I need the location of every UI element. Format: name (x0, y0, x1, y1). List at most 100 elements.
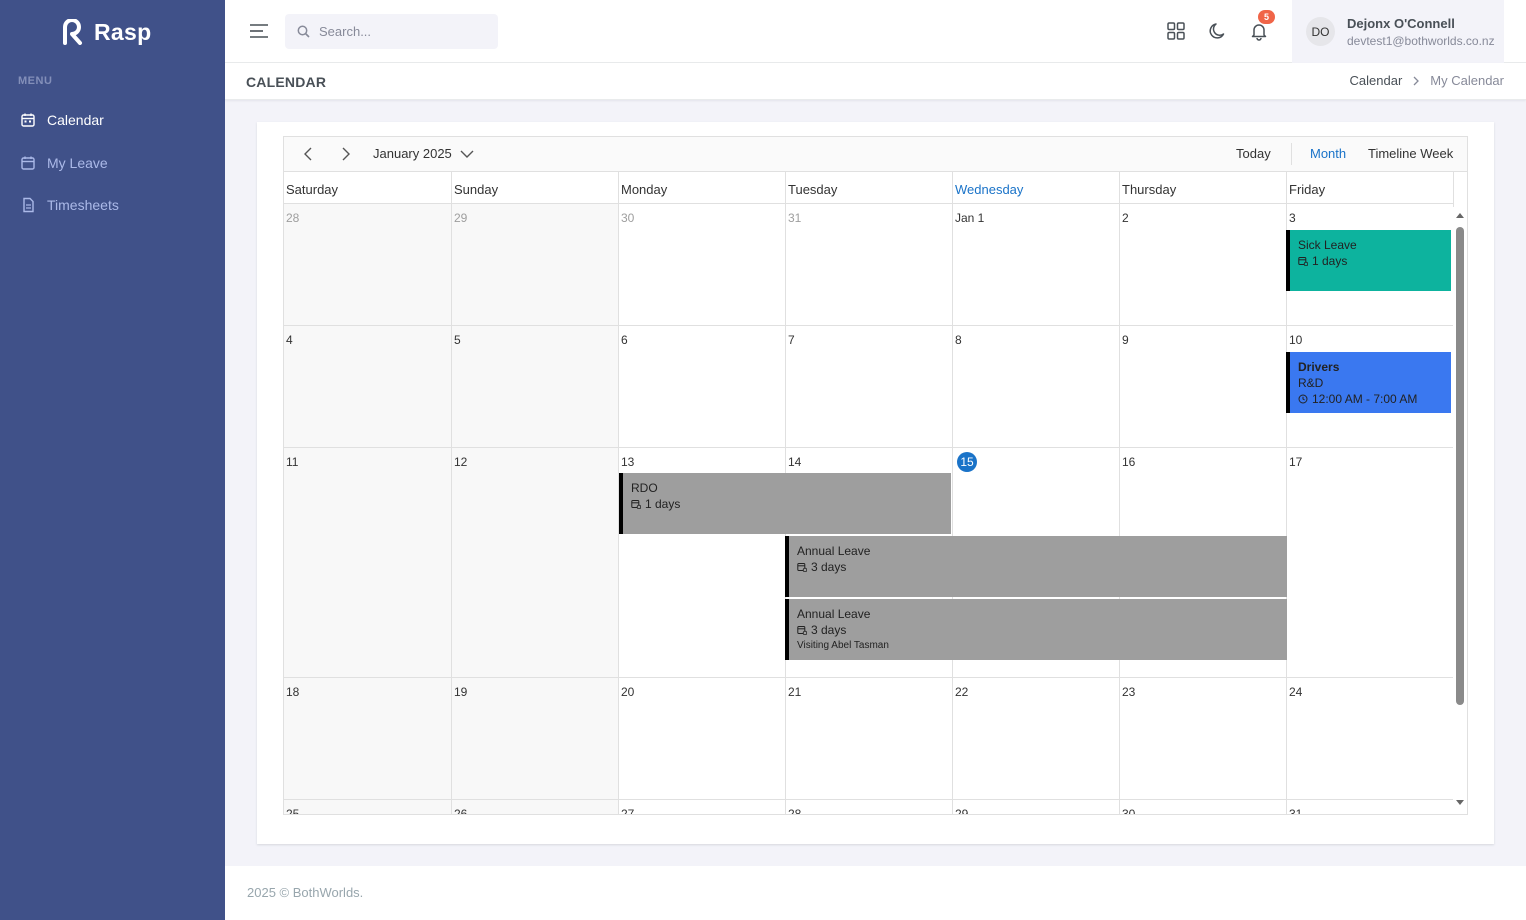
day-cell[interactable]: 29 (953, 800, 1120, 814)
today-button[interactable]: Today (1236, 146, 1271, 161)
event-sick-leave[interactable]: Sick Leave 1 days (1286, 230, 1451, 291)
day-header-today: Wednesday (953, 172, 1120, 204)
event-duration: 1 days (1312, 254, 1348, 268)
event-duration: 1 days (645, 497, 681, 511)
bell-icon[interactable] (1249, 21, 1269, 41)
day-number: 13 (621, 455, 635, 469)
menu-title: MENU (18, 75, 53, 87)
event-annual-leave[interactable]: Annual Leave 3 days Visiting Abel Tasman (785, 599, 1287, 660)
day-number: 20 (621, 685, 635, 699)
avatar: DO (1306, 17, 1335, 46)
day-cell[interactable]: 11 (284, 448, 452, 678)
day-cell[interactable]: 30 (619, 204, 786, 326)
day-cell[interactable]: 8 (953, 326, 1120, 448)
day-cell[interactable]: 23 (1120, 678, 1287, 800)
today-date-marker: 15 (957, 452, 977, 472)
day-cell[interactable]: 18 (284, 678, 452, 800)
day-cell[interactable]: 4 (284, 326, 452, 448)
day-header: Friday (1287, 172, 1454, 204)
day-number: 12 (454, 455, 468, 469)
rasp-logo-icon (63, 19, 82, 45)
day-cell[interactable]: 22 (953, 678, 1120, 800)
day-cell[interactable]: 6 (619, 326, 786, 448)
day-cell[interactable]: 27 (619, 800, 786, 815)
day-cell[interactable]: 5 (452, 326, 619, 448)
topbar: 5 DO Dejonx O'Connell devtest1@bothworld… (225, 0, 1526, 63)
event-duration-row: 1 days (631, 496, 951, 512)
date-range-label: January 2025 (373, 146, 452, 161)
event-title: Sick Leave (1298, 238, 1357, 252)
event-duration: 3 days (811, 623, 847, 637)
month-view-button[interactable]: Month (1310, 146, 1346, 161)
day-cell[interactable]: 28 (284, 204, 452, 326)
scroll-thumb[interactable] (1456, 227, 1464, 705)
sidebar-item-label: My Leave (47, 155, 108, 171)
brand-logo[interactable]: Rasp (62, 16, 151, 48)
day-cell[interactable]: Jan 1 (953, 204, 1120, 326)
breadcrumb-link[interactable]: Calendar (1350, 73, 1403, 88)
day-number: 7 (788, 333, 795, 347)
document-icon (23, 197, 34, 213)
user-name: Dejonx O'Connell (1347, 15, 1455, 31)
day-number: 30 (621, 211, 635, 225)
event-title: Drivers (1298, 360, 1340, 374)
day-cell[interactable]: 9 (1120, 326, 1287, 448)
day-cell[interactable]: 24 (1287, 678, 1454, 800)
day-number: 23 (1122, 685, 1136, 699)
day-number: 22 (955, 685, 969, 699)
day-cell[interactable]: 19 (452, 678, 619, 800)
chevron-left-icon[interactable] (301, 146, 317, 162)
event-drivers[interactable]: Drivers R&D 12:00 AM - 7:00 AM (1286, 352, 1451, 413)
day-cell[interactable]: 31 (786, 204, 953, 326)
day-cell[interactable]: 2 (1120, 204, 1287, 326)
day-cell[interactable]: 17 (1287, 448, 1454, 678)
footer: 2025 © BothWorlds. (225, 866, 1526, 920)
day-cell[interactable]: 28 (786, 800, 953, 815)
day-header: Sunday (452, 172, 619, 204)
day-number: 21 (788, 685, 802, 699)
sidebar-item-timesheets[interactable]: Timesheets (20, 193, 119, 217)
sidebar-item-my-leave[interactable]: My Leave (20, 151, 108, 175)
hamburger-menu-icon[interactable] (249, 22, 269, 40)
day-cell[interactable]: 7 (786, 326, 953, 448)
search-icon (297, 25, 310, 38)
day-number: 28 (286, 211, 300, 225)
calendar-scrollbar[interactable] (1453, 207, 1467, 814)
day-header: Thursday (1120, 172, 1287, 204)
day-number: 29 (454, 211, 468, 225)
day-cell[interactable]: 31 (1287, 800, 1454, 814)
day-cell[interactable]: 21 (786, 678, 953, 800)
day-number: 30 (1122, 807, 1136, 815)
page-title: CALENDAR (246, 74, 327, 90)
day-number: 28 (788, 807, 802, 815)
day-number: 27 (621, 807, 635, 815)
breadcrumb: Calendar My Calendar (1350, 73, 1504, 88)
sidebar-item-calendar[interactable]: Calendar (20, 108, 104, 132)
day-cell[interactable]: 20 (619, 678, 786, 800)
apps-grid-icon[interactable] (1166, 21, 1186, 41)
search-input[interactable] (319, 24, 479, 39)
day-cell[interactable]: 30 (1120, 800, 1287, 815)
day-header: Saturday (284, 172, 452, 204)
chevron-right-icon[interactable] (337, 146, 353, 162)
timeline-week-button[interactable]: Timeline Week (1368, 146, 1453, 161)
date-range-picker[interactable]: January 2025 (373, 146, 474, 161)
user-menu[interactable]: DO Dejonx O'Connell devtest1@bothworlds.… (1292, 0, 1504, 63)
sidebar: Rasp MENU Calendar My Leave Timesheets (0, 0, 225, 920)
event-rdo[interactable]: RDO 1 days (619, 473, 951, 534)
day-number: 2 (1122, 211, 1129, 225)
event-duration-row: 3 days (797, 559, 1287, 575)
calendar-clock-icon (797, 563, 807, 572)
scroll-down-arrow-icon[interactable] (1455, 799, 1465, 807)
breadcrumb-current: My Calendar (1430, 73, 1504, 88)
day-cell[interactable]: 26 (452, 800, 619, 814)
event-annual-leave[interactable]: Annual Leave 3 days (785, 536, 1287, 597)
day-cell[interactable]: 12 (452, 448, 619, 678)
day-cell[interactable]: 25 (284, 800, 452, 814)
scroll-up-arrow-icon[interactable] (1455, 211, 1465, 219)
day-cell[interactable]: 29 (452, 204, 619, 326)
day-header: Tuesday (786, 172, 953, 204)
search-box (285, 14, 498, 49)
moon-icon[interactable] (1208, 21, 1228, 41)
calendar-icon (21, 156, 35, 170)
